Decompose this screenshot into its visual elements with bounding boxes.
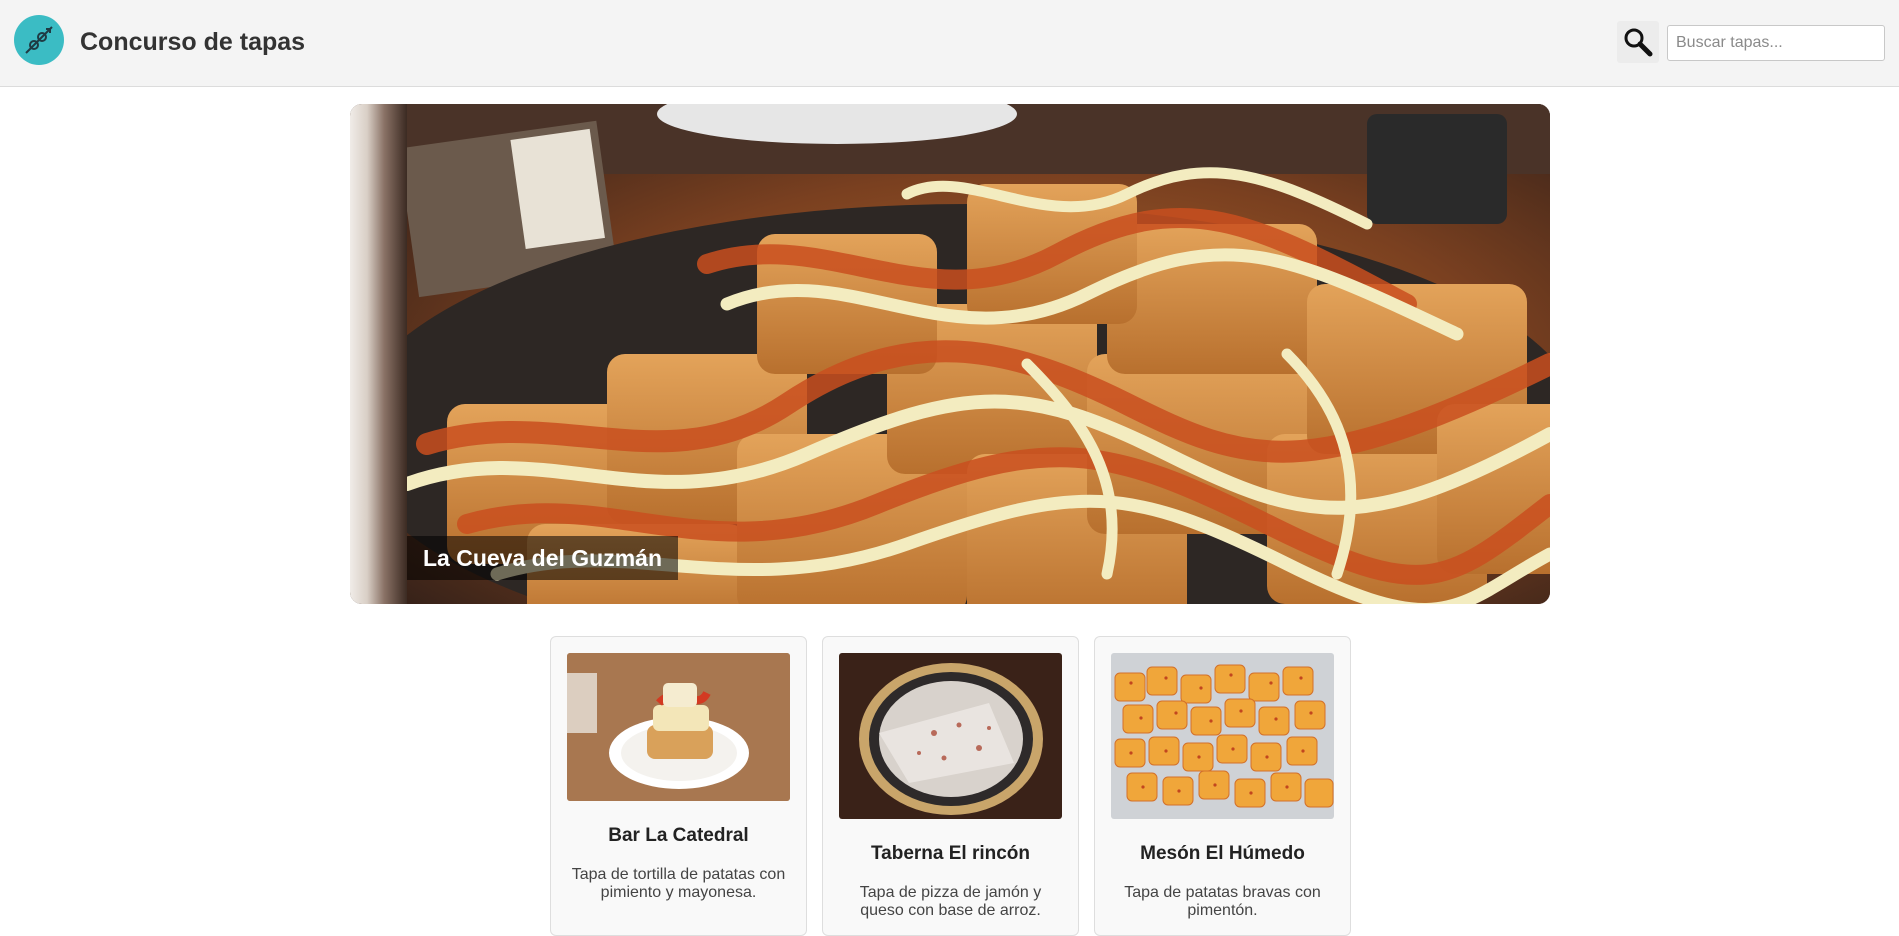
skewer-icon bbox=[25, 26, 53, 54]
tapa-card[interactable]: Mesón El Húmedo Tapa de patatas bravas c… bbox=[1094, 636, 1351, 936]
card-description: Tapa de tortilla de patatas con pimiento… bbox=[571, 866, 786, 901]
logo[interactable] bbox=[14, 15, 64, 65]
tortilla-tapa-photo bbox=[567, 653, 790, 801]
patatas-bravas-photo bbox=[407, 104, 1550, 604]
search-input[interactable] bbox=[1667, 25, 1885, 61]
hero-previous-slide bbox=[350, 104, 407, 604]
hero-banner[interactable]: La Cueva del Guzmán bbox=[350, 104, 1550, 604]
tapa-card[interactable]: Bar La Catedral Tapa de tortilla de pata… bbox=[550, 636, 807, 936]
hero-caption: La Cueva del Guzmán bbox=[407, 536, 679, 580]
card-title: Taberna El rincón bbox=[870, 843, 1031, 864]
search-icon bbox=[1624, 28, 1653, 57]
bravas-tapa-photo bbox=[1111, 653, 1334, 819]
site-title: Concurso de tapas bbox=[80, 28, 306, 56]
site-header: Concurso de tapas bbox=[0, 0, 1899, 87]
card-title: Bar La Catedral bbox=[608, 825, 749, 846]
card-title: Mesón El Húmedo bbox=[1140, 843, 1305, 864]
search-button[interactable] bbox=[1617, 21, 1659, 63]
tapa-card[interactable]: Taberna El rincón Tapa de pizza de jamón… bbox=[822, 636, 1079, 936]
pizza-tapa-photo bbox=[839, 653, 1062, 819]
